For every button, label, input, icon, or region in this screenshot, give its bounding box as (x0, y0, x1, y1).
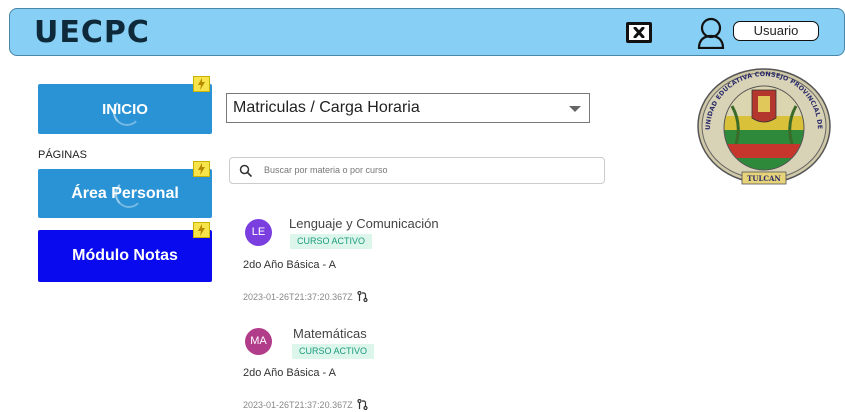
loading-spinner-icon (113, 98, 141, 126)
area-personal-button[interactable]: Área Personal (38, 161, 212, 218)
user-button[interactable]: Usuario (733, 21, 819, 41)
top-bar: UECPC Usuario (9, 8, 845, 56)
git-pull-request-icon (357, 398, 368, 411)
search-placeholder: Buscar por materia o por curso (264, 165, 388, 175)
inicio-button[interactable]: INICIO (38, 76, 212, 134)
user-icon[interactable] (696, 17, 726, 49)
school-seal-logo: UNIDAD EDUCATIVA CONSEJO PROVINCIAL DEL … (692, 66, 831, 185)
git-pull-request-icon (357, 290, 368, 303)
section-select[interactable]: Matriculas / Carga Horaria (226, 93, 590, 123)
modulo-notas-button[interactable]: Módulo Notas (38, 222, 212, 282)
course-name: Matemáticas (293, 326, 367, 341)
close-button[interactable] (626, 22, 652, 43)
section-label: PÁGINAS (38, 149, 87, 161)
course-date: 2023-01-26T21:37:20.367Z (243, 398, 368, 411)
course-date-text: 2023-01-26T21:37:20.367Z (243, 400, 353, 410)
search-field[interactable]: Buscar por materia o por curso (229, 157, 605, 184)
status-badge: CURSO ACTIVO (292, 344, 375, 359)
course-card[interactable]: LE Lenguaje y Comunicación CURSO ACTIVO … (243, 214, 503, 304)
course-date-text: 2023-01-26T21:37:20.367Z (243, 292, 353, 302)
course-card[interactable]: MA Matemáticas CURSO ACTIVO 2do Año Bási… (243, 322, 503, 412)
select-value: Matriculas / Carga Horaria (233, 99, 420, 116)
loading-spinner-icon (115, 180, 143, 208)
seal-bottom-text: TULCAN (747, 174, 781, 183)
status-badge: CURSO ACTIVO (290, 234, 373, 249)
app-logo: UECPC (34, 15, 150, 50)
course-grade: 2do Año Básica - A (243, 259, 336, 271)
course-name: Lenguaje y Comunicación (289, 216, 439, 231)
chevron-down-icon (569, 106, 581, 112)
modulo-notas-label: Módulo Notas (72, 247, 178, 264)
course-avatar: MA (245, 328, 272, 355)
bolt-icon (193, 76, 210, 92)
search-icon (239, 164, 252, 177)
course-grade: 2do Año Básica - A (243, 367, 336, 379)
close-icon (633, 27, 645, 38)
bolt-icon (193, 161, 210, 177)
course-date: 2023-01-26T21:37:20.367Z (243, 290, 368, 303)
bolt-icon (193, 222, 210, 238)
course-avatar: LE (245, 219, 272, 246)
